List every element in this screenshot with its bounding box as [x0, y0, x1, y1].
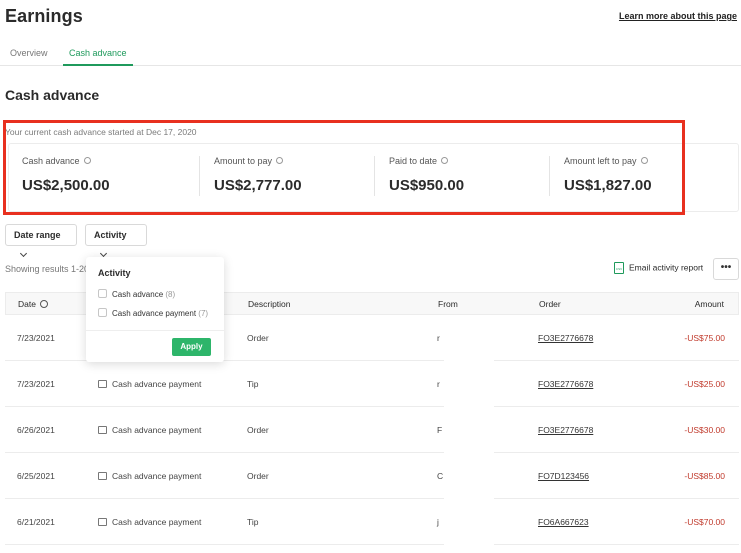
table-row[interactable]: 6/21/2021 Cash advance payment Tip j FO6… [5, 499, 739, 545]
row-from: r [437, 333, 440, 343]
row-activity: Cash advance payment [98, 361, 201, 407]
option-count: (8) [165, 290, 176, 299]
results-count: Showing results 1-20 [5, 264, 90, 274]
highlight-box [3, 120, 685, 215]
row-date: 6/26/2021 [17, 425, 55, 435]
row-from: j [437, 517, 439, 527]
table-row[interactable]: 7/23/2021 Cash advance payment Tip r FO3… [5, 361, 739, 407]
row-amount: -US$75.00 [684, 333, 725, 343]
activity-dropdown: Activity Cash advance (8) Cash advance p… [86, 257, 224, 362]
row-activity: Cash advance payment [98, 407, 201, 453]
row-description: Order [247, 471, 269, 481]
dropdown-divider [86, 330, 224, 331]
column-header-from: From [438, 299, 458, 309]
tab-bar: Overview Cash advance [0, 42, 741, 66]
row-activity-label: Cash advance payment [112, 425, 202, 435]
row-description: Order [247, 333, 269, 343]
row-activity-label: Cash advance payment [112, 379, 202, 389]
dropdown-title: Activity [98, 268, 131, 278]
row-amount: -US$85.00 [684, 471, 725, 481]
redaction-block [444, 318, 494, 553]
row-description: Tip [247, 379, 259, 389]
option-label: Cash advance payment [112, 309, 197, 318]
row-order-link[interactable]: FO3E2776678 [538, 361, 593, 407]
chevron-down-icon [99, 249, 108, 258]
row-order-link[interactable]: FO3E2776678 [538, 407, 593, 453]
date-range-filter[interactable]: Date range [5, 224, 77, 258]
row-order-link[interactable]: FO3E2776678 [538, 315, 593, 361]
more-options-button[interactable]: ••• [713, 258, 739, 280]
learn-more-link[interactable]: Learn more about this page [619, 11, 737, 21]
cash-advance-icon [98, 425, 107, 434]
checkbox[interactable] [98, 308, 107, 318]
cash-advance-icon [98, 517, 107, 526]
apply-button[interactable]: Apply [172, 338, 211, 356]
column-header-description: Description [248, 299, 291, 309]
column-header-date: Date [18, 299, 36, 309]
option-cash-advance[interactable]: Cash advance (8) [98, 289, 175, 300]
tab-cash-advance[interactable]: Cash advance [63, 42, 133, 66]
row-activity: Cash advance payment [98, 453, 201, 499]
row-date: 7/23/2021 [17, 333, 55, 343]
activity-filter[interactable]: Activity [85, 224, 147, 258]
row-description: Order [247, 425, 269, 435]
tab-overview[interactable]: Overview [10, 42, 48, 66]
row-date: 7/23/2021 [17, 379, 55, 389]
cash-advance-icon [98, 471, 107, 480]
row-date: 6/21/2021 [17, 517, 55, 527]
row-order-link[interactable]: FO6A667623 [538, 499, 589, 545]
row-from: r [437, 379, 440, 389]
row-from: C [437, 471, 444, 481]
row-description: Tip [247, 517, 259, 527]
row-activity-label: Cash advance payment [112, 471, 202, 481]
help-icon[interactable] [39, 299, 48, 308]
row-order-link[interactable]: FO7D123456 [538, 453, 589, 499]
email-report-button[interactable]: CSV Email activity report [614, 262, 703, 274]
table-row[interactable]: 6/25/2021 Cash advance payment Order C F… [5, 453, 739, 499]
option-cash-advance-payment[interactable]: Cash advance payment (7) [98, 308, 208, 319]
column-header-order: Order [539, 299, 561, 309]
section-title: Cash advance [5, 87, 100, 103]
row-amount: -US$30.00 [684, 425, 725, 435]
email-report-label: Email activity report [629, 262, 704, 273]
cash-advance-icon [98, 379, 107, 388]
column-header-amount: Amount [694, 299, 724, 309]
page-title: Earnings [5, 6, 83, 26]
filter-label: Activity [94, 230, 127, 240]
row-activity: Cash advance payment [98, 499, 201, 545]
table-row[interactable]: 6/26/2021 Cash advance payment Order F F… [5, 407, 739, 453]
checkbox[interactable] [98, 289, 107, 299]
row-activity-label: Cash advance payment [112, 517, 202, 527]
csv-file-icon: CSV [614, 262, 624, 274]
row-amount: -US$25.00 [684, 379, 725, 389]
filter-label: Date range [14, 230, 61, 240]
row-from: F [437, 425, 443, 435]
row-amount: -US$70.00 [684, 517, 725, 527]
option-count: (7) [198, 309, 209, 318]
row-date: 6/25/2021 [17, 471, 55, 481]
chevron-down-icon [19, 249, 28, 258]
option-label: Cash advance [112, 290, 164, 299]
